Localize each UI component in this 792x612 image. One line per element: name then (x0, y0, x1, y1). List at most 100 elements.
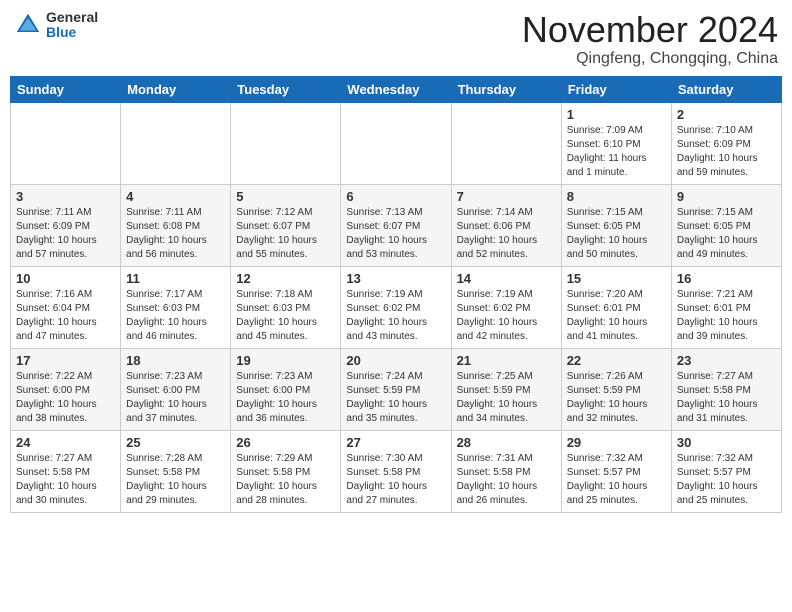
day-number: 21 (457, 353, 556, 368)
calendar-cell (341, 102, 451, 184)
day-number: 25 (126, 435, 225, 450)
day-info: Sunrise: 7:18 AM Sunset: 6:03 PM Dayligh… (236, 288, 335, 344)
day-info: Sunrise: 7:15 AM Sunset: 6:05 PM Dayligh… (567, 206, 666, 262)
calendar-week-row: 24 Sunrise: 7:27 AM Sunset: 5:58 PM Dayli… (11, 430, 782, 512)
calendar-cell: 2 Sunrise: 7:10 AM Sunset: 6:09 PM Daylig… (671, 102, 781, 184)
calendar-cell: 13Sunrise: 7:19 AM Sunset: 6:02 PM Dayli… (341, 266, 451, 348)
calendar-cell: 10 Sunrise: 7:16 AM Sunset: 6:04 PM Dayli… (11, 266, 121, 348)
day-info: Sunrise: 7:28 AM Sunset: 5:58 PM Dayligh… (126, 452, 225, 508)
calendar-cell: 21Sunrise: 7:25 AM Sunset: 5:59 PM Dayli… (451, 348, 561, 430)
day-info: Sunrise: 7:27 AM Sunset: 5:58 PM Dayligh… (16, 452, 115, 508)
day-info: Sunrise: 7:10 AM Sunset: 6:09 PM Dayligh… (677, 124, 776, 180)
calendar-cell (11, 102, 121, 184)
day-number: 29 (567, 435, 666, 450)
day-info: Sunrise: 7:26 AM Sunset: 5:59 PM Dayligh… (567, 370, 666, 426)
calendar-week-row: 3 Sunrise: 7:11 AM Sunset: 6:09 PM Daylig… (11, 184, 782, 266)
calendar-cell: 25 Sunrise: 7:28 AM Sunset: 5:58 PM Dayli… (121, 430, 231, 512)
day-number: 28 (457, 435, 556, 450)
day-info: Sunrise: 7:29 AM Sunset: 5:58 PM Dayligh… (236, 452, 335, 508)
day-number: 1 (567, 107, 666, 122)
calendar-cell: 4 Sunrise: 7:11 AM Sunset: 6:08 PM Daylig… (121, 184, 231, 266)
logo-general: General (46, 10, 98, 25)
day-info: Sunrise: 7:31 AM Sunset: 5:58 PM Dayligh… (457, 452, 556, 508)
day-info: Sunrise: 7:15 AM Sunset: 6:05 PM Dayligh… (677, 206, 776, 262)
day-number: 22 (567, 353, 666, 368)
day-info: Sunrise: 7:27 AM Sunset: 5:58 PM Dayligh… (677, 370, 776, 426)
day-info: Sunrise: 7:11 AM Sunset: 6:08 PM Dayligh… (126, 206, 225, 262)
weekday-header: Saturday (671, 76, 781, 102)
day-info: Sunrise: 7:23 AM Sunset: 6:00 PM Dayligh… (126, 370, 225, 426)
day-number: 27 (346, 435, 445, 450)
weekday-header: Monday (121, 76, 231, 102)
day-info: Sunrise: 7:20 AM Sunset: 6:01 PM Dayligh… (567, 288, 666, 344)
calendar-cell: 17 Sunrise: 7:22 AM Sunset: 6:00 PM Dayli… (11, 348, 121, 430)
day-number: 12 (236, 271, 335, 286)
day-number: 15 (567, 271, 666, 286)
calendar-cell: 5 Sunrise: 7:12 AM Sunset: 6:07 PM Daylig… (231, 184, 341, 266)
calendar-cell: 22 Sunrise: 7:26 AM Sunset: 5:59 PM Dayli… (561, 348, 671, 430)
weekday-header: Sunday (11, 76, 121, 102)
calendar-cell: 16Sunrise: 7:21 AM Sunset: 6:01 PM Dayli… (671, 266, 781, 348)
calendar-cell: 6Sunrise: 7:13 AM Sunset: 6:07 PM Daylig… (341, 184, 451, 266)
day-number: 14 (457, 271, 556, 286)
weekday-header: Tuesday (231, 76, 341, 102)
calendar-cell: 18Sunrise: 7:23 AM Sunset: 6:00 PM Dayli… (121, 348, 231, 430)
day-info: Sunrise: 7:23 AM Sunset: 6:00 PM Dayligh… (236, 370, 335, 426)
day-info: Sunrise: 7:17 AM Sunset: 6:03 PM Dayligh… (126, 288, 225, 344)
day-number: 26 (236, 435, 335, 450)
day-number: 16 (677, 271, 776, 286)
calendar-cell: 30Sunrise: 7:32 AM Sunset: 5:57 PM Dayli… (671, 430, 781, 512)
calendar-week-row: 10 Sunrise: 7:16 AM Sunset: 6:04 PM Dayli… (11, 266, 782, 348)
calendar-cell: 26 Sunrise: 7:29 AM Sunset: 5:58 PM Dayli… (231, 430, 341, 512)
calendar-cell (231, 102, 341, 184)
page-header: General Blue November 2024 Qingfeng, Cho… (10, 10, 782, 68)
calendar-cell: 8 Sunrise: 7:15 AM Sunset: 6:05 PM Daylig… (561, 184, 671, 266)
day-number: 19 (236, 353, 335, 368)
day-info: Sunrise: 7:32 AM Sunset: 5:57 PM Dayligh… (677, 452, 776, 508)
day-info: Sunrise: 7:22 AM Sunset: 6:00 PM Dayligh… (16, 370, 115, 426)
calendar-cell: 1Sunrise: 7:09 AM Sunset: 6:10 PM Daylig… (561, 102, 671, 184)
day-number: 20 (346, 353, 445, 368)
calendar-cell: 11 Sunrise: 7:17 AM Sunset: 6:03 PM Dayli… (121, 266, 231, 348)
calendar-cell: 20 Sunrise: 7:24 AM Sunset: 5:59 PM Dayli… (341, 348, 451, 430)
day-info: Sunrise: 7:16 AM Sunset: 6:04 PM Dayligh… (16, 288, 115, 344)
calendar-cell (121, 102, 231, 184)
calendar-cell: 29 Sunrise: 7:32 AM Sunset: 5:57 PM Dayli… (561, 430, 671, 512)
calendar-cell: 15 Sunrise: 7:20 AM Sunset: 6:01 PM Dayli… (561, 266, 671, 348)
day-info: Sunrise: 7:14 AM Sunset: 6:06 PM Dayligh… (457, 206, 556, 262)
calendar-cell: 28 Sunrise: 7:31 AM Sunset: 5:58 PM Dayli… (451, 430, 561, 512)
day-number: 3 (16, 189, 115, 204)
calendar-cell: 14 Sunrise: 7:19 AM Sunset: 6:02 PM Dayli… (451, 266, 561, 348)
day-info: Sunrise: 7:11 AM Sunset: 6:09 PM Dayligh… (16, 206, 115, 262)
day-info: Sunrise: 7:12 AM Sunset: 6:07 PM Dayligh… (236, 206, 335, 262)
title-block: November 2024 Qingfeng, Chongqing, China (522, 10, 778, 68)
weekday-header-row: SundayMondayTuesdayWednesdayThursdayFrid… (11, 76, 782, 102)
location: Qingfeng, Chongqing, China (522, 50, 778, 68)
day-number: 2 (677, 107, 776, 122)
calendar-cell: 12 Sunrise: 7:18 AM Sunset: 6:03 PM Dayli… (231, 266, 341, 348)
weekday-header: Wednesday (341, 76, 451, 102)
day-number: 8 (567, 189, 666, 204)
day-info: Sunrise: 7:30 AM Sunset: 5:58 PM Dayligh… (346, 452, 445, 508)
calendar-cell: 27 Sunrise: 7:30 AM Sunset: 5:58 PM Dayli… (341, 430, 451, 512)
calendar-cell: 9 Sunrise: 7:15 AM Sunset: 6:05 PM Daylig… (671, 184, 781, 266)
day-number: 23 (677, 353, 776, 368)
day-number: 17 (16, 353, 115, 368)
day-number: 24 (16, 435, 115, 450)
month-title: November 2024 (522, 10, 778, 50)
day-info: Sunrise: 7:19 AM Sunset: 6:02 PM Dayligh… (457, 288, 556, 344)
calendar-cell: 23 Sunrise: 7:27 AM Sunset: 5:58 PM Dayli… (671, 348, 781, 430)
day-info: Sunrise: 7:32 AM Sunset: 5:57 PM Dayligh… (567, 452, 666, 508)
day-info: Sunrise: 7:24 AM Sunset: 5:59 PM Dayligh… (346, 370, 445, 426)
logo-blue: Blue (46, 25, 98, 40)
day-number: 4 (126, 189, 225, 204)
day-number: 11 (126, 271, 225, 286)
calendar-week-row: 1Sunrise: 7:09 AM Sunset: 6:10 PM Daylig… (11, 102, 782, 184)
day-number: 5 (236, 189, 335, 204)
day-number: 10 (16, 271, 115, 286)
day-number: 9 (677, 189, 776, 204)
day-number: 7 (457, 189, 556, 204)
calendar-cell: 7 Sunrise: 7:14 AM Sunset: 6:06 PM Daylig… (451, 184, 561, 266)
logo-text: General Blue (46, 10, 98, 41)
calendar-cell: 19 Sunrise: 7:23 AM Sunset: 6:00 PM Dayli… (231, 348, 341, 430)
